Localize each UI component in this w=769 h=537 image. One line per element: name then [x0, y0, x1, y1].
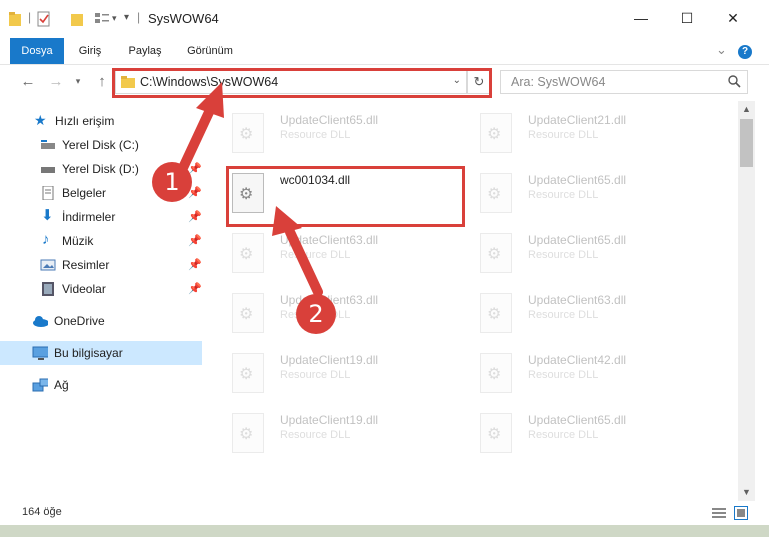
step-1-badge: 1 [152, 162, 192, 202]
step-2-badge: 2 [296, 294, 336, 334]
explorer-window: | ▾ ▾ | SysWOW64 — ☐ ✕ Dosya Giriş Payla… [0, 0, 769, 537]
annotation-arrows [177, 82, 323, 297]
